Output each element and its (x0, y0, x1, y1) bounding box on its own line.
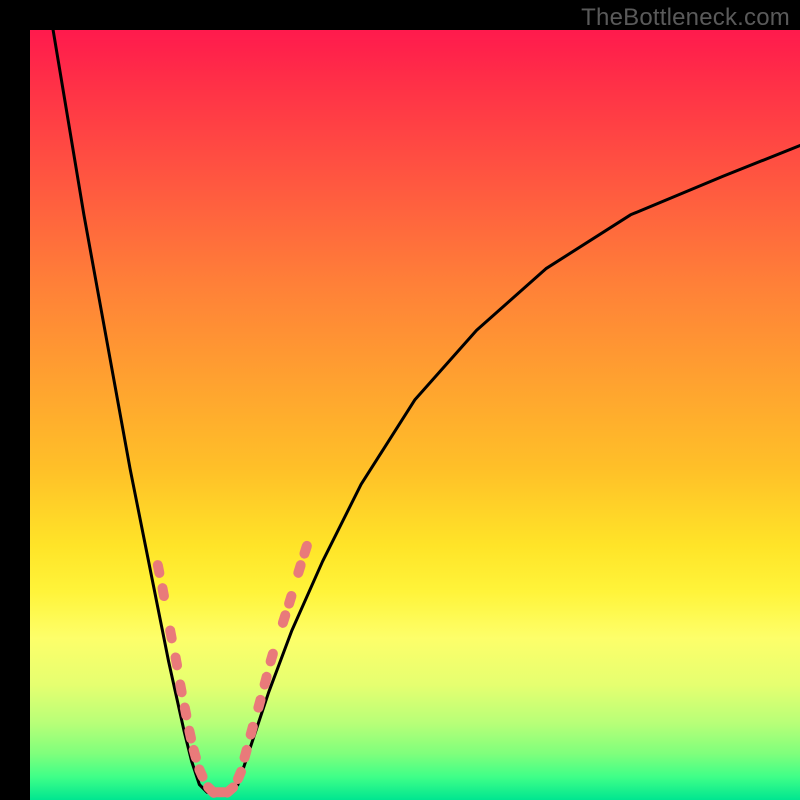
marker-pill (170, 652, 183, 672)
marker-group (152, 540, 313, 800)
marker-pill (277, 609, 292, 629)
bottleneck-curve-path (53, 30, 800, 794)
bottleneck-curve (53, 30, 800, 794)
chart-frame: TheBottleneck.com (0, 0, 800, 800)
curve-layer (30, 30, 800, 800)
marker-pill (283, 590, 298, 610)
marker-pill (292, 559, 307, 579)
marker-pill (264, 647, 279, 667)
plot-area (30, 30, 800, 800)
marker-pill (188, 744, 202, 764)
marker-pill (152, 559, 165, 579)
marker-pill (252, 694, 266, 714)
marker-pill (157, 582, 170, 602)
watermark-text: TheBottleneck.com (581, 4, 790, 32)
marker-pill (298, 540, 313, 560)
marker-pill (164, 625, 177, 645)
